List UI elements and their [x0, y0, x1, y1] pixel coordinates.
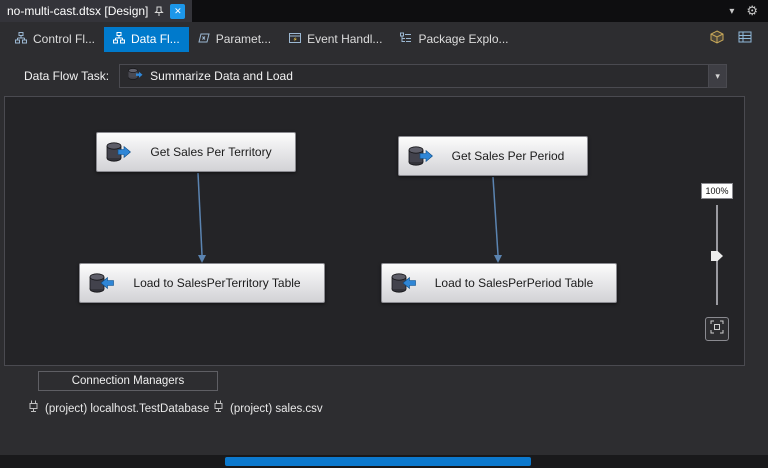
connection-plug-icon — [28, 400, 39, 417]
data-flow-icon — [113, 31, 126, 47]
settings-gear-icon[interactable]: ⚙ — [746, 3, 758, 19]
ssis-designer-window: no-multi-cast.dtsx [Design] ✕ ▾ ⚙ Contro… — [0, 0, 768, 468]
tab-data-flow[interactable]: Data Fl... — [104, 26, 189, 52]
designer-tabstrip: Control Fl... Data Fl... Paramet... Even… — [0, 22, 768, 56]
tab-control-flow[interactable]: Control Fl... — [6, 27, 104, 52]
zoom-level-label: 100% — [701, 183, 733, 199]
tab-label: Paramet... — [215, 32, 272, 46]
component-label: Load to SalesPerTerritory Table — [133, 276, 301, 290]
connection-manager-testdatabase[interactable]: (project) localhost.TestDatabase — [28, 400, 209, 417]
titlebar-right-controls: ▾ ⚙ — [729, 0, 768, 22]
fit-to-window-icon — [710, 320, 724, 339]
document-tab[interactable]: no-multi-cast.dtsx [Design] ✕ — [0, 0, 193, 22]
task-selector-label: Data Flow Task: — [24, 69, 110, 83]
dataflow-component-load-salesperterritory[interactable]: Load to SalesPerTerritory Table — [79, 263, 325, 303]
package-icon[interactable] — [710, 29, 724, 49]
connection-managers-tab[interactable]: Connection Managers — [38, 371, 218, 391]
close-icon[interactable]: ✕ — [170, 3, 186, 19]
source-icon — [407, 145, 433, 167]
window-dropdown-icon[interactable]: ▾ — [729, 6, 734, 17]
combo-dropdown-button[interactable]: ▾ — [708, 65, 727, 87]
tab-label: Package Explo... — [418, 32, 509, 46]
connection-manager-label: (project) localhost.TestDatabase — [45, 402, 210, 415]
component-label: Get Sales Per Territory — [150, 145, 272, 159]
tab-label: Data Fl... — [131, 32, 180, 46]
source-icon — [105, 141, 131, 163]
component-label: Get Sales Per Period — [451, 149, 565, 163]
tab-label: Event Handl... — [307, 32, 383, 46]
dataflow-component-load-salesperperiod[interactable]: Load to SalesPerPeriod Table — [381, 263, 617, 303]
tab-package-explorer[interactable]: Package Explo... — [391, 27, 517, 52]
connection-managers-title: Connection Managers — [71, 375, 185, 387]
component-label: Load to SalesPerPeriod Table — [434, 276, 594, 290]
fit-to-window-button[interactable] — [705, 317, 729, 341]
dataflow-component-get-sales-per-territory[interactable]: Get Sales Per Territory — [96, 132, 296, 172]
tab-event-handlers[interactable]: Event Handl... — [280, 27, 391, 52]
tabstrip-right-tools — [710, 29, 768, 49]
tab-label: Control Fl... — [33, 32, 96, 46]
zoom-control: 100% — [700, 183, 734, 341]
destination-icon — [390, 272, 416, 294]
event-handlers-icon — [289, 32, 302, 47]
document-tab-bar: no-multi-cast.dtsx [Design] ✕ ▾ ⚙ — [0, 0, 768, 22]
data-flow-task-icon — [127, 67, 143, 86]
pin-icon[interactable] — [154, 6, 165, 17]
tab-parameters[interactable]: Paramet... — [189, 27, 280, 52]
design-surface[interactable]: Get Sales Per Territory Get Sales Per Pe… — [4, 96, 745, 366]
scrollbar-thumb[interactable] — [225, 457, 531, 466]
document-tab-label: no-multi-cast.dtsx [Design] — [7, 4, 149, 18]
data-flow-task-toolbar: Data Flow Task: Summarize Data and Load … — [0, 56, 768, 96]
connection-managers-panel: Connection Managers (project) localhost.… — [4, 368, 745, 454]
parameters-icon — [198, 32, 210, 47]
destination-icon — [88, 272, 114, 294]
zoom-slider[interactable] — [710, 205, 724, 305]
connection-manager-label: (project) sales.csv — [230, 402, 323, 415]
horizontal-scrollbar[interactable] — [0, 455, 768, 468]
grid-icon[interactable] — [738, 30, 752, 49]
task-selector-value: Summarize Data and Load — [150, 69, 293, 83]
control-flow-icon — [15, 31, 27, 47]
package-explorer-icon — [400, 32, 412, 47]
zoom-slider-thumb[interactable] — [711, 251, 723, 261]
connector-path[interactable] — [492, 176, 502, 263]
task-selector-combobox[interactable]: Summarize Data and Load ▾ — [119, 64, 728, 88]
connection-manager-sales-csv[interactable]: (project) sales.csv — [213, 400, 323, 417]
dataflow-component-get-sales-per-period[interactable]: Get Sales Per Period — [398, 136, 588, 176]
connection-plug-icon — [213, 400, 224, 417]
connector-path[interactable] — [197, 172, 206, 263]
